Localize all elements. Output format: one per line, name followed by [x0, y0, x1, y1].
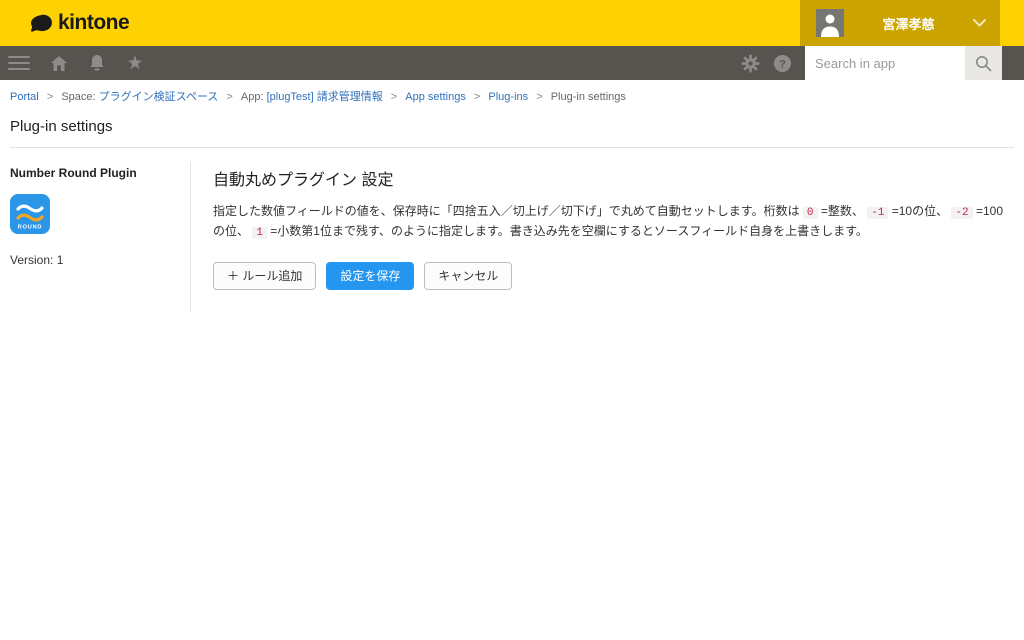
- notifications-bell-icon[interactable]: [84, 46, 110, 80]
- plugin-version: Version: 1: [10, 253, 64, 267]
- page-title: Plug-in settings: [10, 118, 113, 135]
- favorites-star-icon[interactable]: ★: [122, 46, 148, 80]
- plugin-icon-label: ROUND: [18, 225, 43, 231]
- plugin-description: 指定した数値フィールドの値を、保存時に「四捨五入／切上げ／切下げ」で丸めて自動セ…: [213, 202, 1010, 242]
- app-search: [805, 46, 1002, 80]
- navbar-right-gap: [1002, 46, 1024, 80]
- description-text: =小数第1位まで残す、のように指定します。書き込み先を空欄にするとソースフィール…: [266, 224, 868, 238]
- content-area: Number Round Plugin ROUND Version: 1 自動丸…: [0, 148, 1024, 312]
- description-code-1: 1: [252, 227, 267, 239]
- breadcrumb-space-link[interactable]: プラグイン検証スペース: [99, 91, 219, 103]
- description-code-minus1: -1: [867, 207, 889, 219]
- user-name: 宮澤孝慈: [882, 16, 935, 32]
- breadcrumb-current: Plug-in settings: [550, 91, 626, 103]
- breadcrumb-space-prefix: Space:: [61, 91, 96, 103]
- svg-text:?: ?: [779, 58, 786, 70]
- breadcrumb-app-prefix: App:: [240, 91, 264, 103]
- kintone-logo[interactable]: kintone: [30, 0, 130, 46]
- chevron-down-icon: [973, 19, 986, 27]
- kintone-logo-text: kintone: [58, 11, 130, 34]
- kintone-logo-icon: [31, 14, 52, 32]
- breadcrumb-separator: >: [390, 91, 398, 103]
- global-navbar: ★ ?: [0, 46, 1024, 80]
- breadcrumb-plugins-link[interactable]: Plug-ins: [488, 91, 528, 103]
- plugin-name: Number Round Plugin: [10, 166, 137, 180]
- breadcrumb-app-link[interactable]: [plugTest] 請求管理情報: [267, 91, 383, 103]
- home-icon[interactable]: [46, 46, 72, 80]
- description-text: =10の位、: [888, 204, 952, 218]
- search-icon: [976, 55, 992, 71]
- description-code-minus2: -2: [951, 207, 973, 219]
- description-text: =整数、: [817, 204, 868, 218]
- breadcrumb-portal-link[interactable]: Portal: [10, 91, 39, 103]
- app-header: kintone 宮澤孝慈: [0, 0, 1024, 46]
- breadcrumb-separator: >: [46, 91, 54, 103]
- search-input[interactable]: [805, 46, 965, 80]
- plugin-settings-main: 自動丸めプラグイン 設定 指定した数値フィールドの値を、保存時に「四捨五入／切上…: [191, 162, 1024, 312]
- plugin-sidebar: Number Round Plugin ROUND Version: 1: [0, 162, 190, 312]
- save-settings-button[interactable]: 設定を保存: [326, 262, 415, 291]
- breadcrumb-separator: >: [226, 91, 233, 103]
- breadcrumb: Portal > Space: プラグイン検証スペース > App: [plug…: [0, 80, 1024, 110]
- plugin-settings-heading: 自動丸めプラグイン 設定: [213, 172, 394, 189]
- gear-icon[interactable]: [737, 46, 763, 80]
- add-rule-button[interactable]: ＋ ルール追加: [213, 262, 317, 291]
- user-avatar-icon: [821, 14, 839, 37]
- cancel-button[interactable]: キャンセル: [424, 262, 513, 291]
- description-text: 指定した数値フィールドの値を、保存時に「四捨五入／切上げ／切下げ」で丸めて自動セ…: [213, 204, 803, 218]
- description-code-0: 0: [802, 207, 818, 219]
- breadcrumb-separator: >: [536, 91, 543, 103]
- plugin-round-icon: ROUND: [10, 194, 50, 234]
- hamburger-menu-icon[interactable]: [8, 56, 30, 70]
- user-avatar: [816, 9, 844, 37]
- settings-button-row: ＋ ルール追加 設定を保存 キャンセル: [213, 262, 1010, 291]
- breadcrumb-separator: >: [473, 91, 481, 103]
- search-button[interactable]: [965, 46, 1002, 80]
- help-icon[interactable]: ?: [769, 46, 795, 80]
- breadcrumb-app-settings-link[interactable]: App settings: [405, 91, 466, 103]
- user-menu[interactable]: 宮澤孝慈: [800, 0, 1000, 46]
